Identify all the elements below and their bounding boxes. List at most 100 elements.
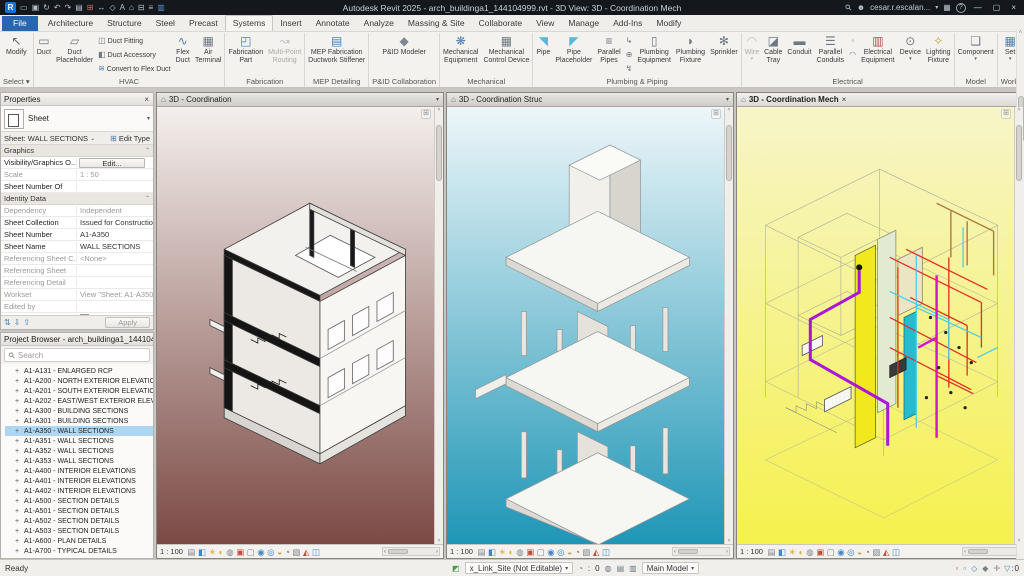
- sheet-tree-item[interactable]: + A1-A301 - BUILDING SECTIONS: [5, 416, 153, 426]
- expand-icon[interactable]: +: [15, 438, 21, 445]
- ribbon-tab[interactable]: Steel: [149, 16, 182, 31]
- redo-icon[interactable]: ↷: [65, 3, 72, 13]
- analytical-model-icon[interactable]: ◭: [593, 547, 600, 557]
- sun-path-icon[interactable]: ☀: [499, 547, 507, 557]
- sheet-tree-item[interactable]: + A1-A502 - SECTION DETAILS: [5, 516, 153, 526]
- measure-icon[interactable]: ⊞: [87, 3, 94, 13]
- worksharing-status-icon[interactable]: ◍: [605, 564, 612, 573]
- ribbon-tab[interactable]: Precast: [182, 16, 225, 31]
- view-scale[interactable]: 1 : 100: [740, 547, 763, 556]
- view-scale[interactable]: 1 : 100: [450, 547, 473, 556]
- search-icon[interactable]: ⚲: [843, 2, 854, 13]
- show-crop-icon[interactable]: ▢: [827, 547, 835, 557]
- expand-icon[interactable]: +: [15, 368, 21, 375]
- ribbon-button[interactable]: ∿ Flex Duct ▾: [174, 34, 192, 76]
- ribbon-button[interactable]: ◧ Duct Accessory ▾: [96, 50, 173, 60]
- sheet-tree-item[interactable]: + A1-A352 - WALL SECTIONS: [5, 446, 153, 456]
- ribbon-tab[interactable]: Add-Ins: [606, 16, 649, 31]
- sheet-tree-item[interactable]: + A1-A402 - INTERIOR ELEVATIONS: [5, 486, 153, 496]
- property-section-header[interactable]: Identity Data ⌃: [1, 193, 153, 205]
- ribbon-button[interactable]: ▭ Duct ▾: [35, 34, 53, 76]
- ribbon-button[interactable]: ▥ Electrical Equipment ▾: [859, 34, 896, 76]
- temporary-view-properties-icon[interactable]: ▧: [582, 547, 590, 557]
- detail-level-icon[interactable]: ▤: [477, 547, 485, 557]
- reveal-hidden-icon[interactable]: ◒: [857, 547, 862, 557]
- workset-selector[interactable]: x_Link_Site (Not Editable) ▾: [464, 562, 574, 574]
- navigation-bar-icon[interactable]: ⊞: [1001, 109, 1011, 119]
- design-options-icon[interactable]: ▤: [617, 564, 625, 573]
- collapse-icon[interactable]: ⌃: [145, 195, 150, 202]
- worksharing-display-icon[interactable]: ◔: [285, 547, 290, 557]
- close-button[interactable]: ×: [1008, 3, 1019, 12]
- expand-icon[interactable]: +: [15, 488, 21, 495]
- sheet-tree-item[interactable]: + A1-A350 - WALL SECTIONS: [5, 426, 153, 436]
- shadows-icon[interactable]: ◐: [799, 547, 804, 557]
- help-icon[interactable]: ?: [955, 2, 966, 13]
- apply-button[interactable]: Apply: [105, 317, 150, 328]
- ribbon-button[interactable]: ↖ Modify ▾: [1, 34, 32, 76]
- reveal-constraints-icon[interactable]: ◫: [602, 547, 610, 557]
- chevron-down-icon[interactable]: ⌄: [90, 135, 95, 142]
- expand-icon[interactable]: +: [15, 508, 21, 515]
- chevron-down-icon[interactable]: ▾: [935, 3, 938, 13]
- ribbon-button[interactable]: ▱ Duct Placeholder ▾: [54, 34, 95, 76]
- lock-view-icon[interactable]: ◉: [837, 547, 844, 557]
- home-icon[interactable]: ⌂: [451, 95, 456, 104]
- view-titlebar[interactable]: ⌂ 3D - Coordination × ▾: [157, 93, 443, 107]
- print-icon[interactable]: ▤: [75, 3, 83, 13]
- worksharing-display-icon[interactable]: ◔: [575, 547, 580, 557]
- expand-icon[interactable]: +: [15, 528, 21, 535]
- ribbon-tab[interactable]: Manage: [561, 16, 606, 31]
- visual-style-icon[interactable]: ◧: [488, 547, 496, 557]
- chevron-down-icon[interactable]: ▾: [147, 115, 150, 122]
- select-by-face-icon[interactable]: ◆: [982, 564, 988, 573]
- ribbon-button[interactable]: ▬ Conduit ▾: [785, 34, 813, 76]
- ribbon-button[interactable]: ⊕ ▾: [624, 50, 635, 60]
- close-icon[interactable]: ×: [143, 95, 150, 104]
- expand-icon[interactable]: +: [15, 408, 21, 415]
- ribbon-button[interactable]: ◥ Pipe ▾: [534, 34, 552, 76]
- ribbon-tab[interactable]: File: [2, 16, 38, 31]
- sheet-tree-item[interactable]: + A1-A300 - BUILDING SECTIONS: [5, 406, 153, 416]
- sun-path-icon[interactable]: ☀: [209, 547, 217, 557]
- worksharing-display-icon[interactable]: ◔: [865, 547, 870, 557]
- analytical-model-icon[interactable]: ◭: [883, 547, 890, 557]
- temporary-view-properties-icon[interactable]: ▧: [292, 547, 300, 557]
- sheet-tree-item[interactable]: + A1-A600 - PLAN DETAILS: [5, 536, 153, 546]
- sheet-tree-item[interactable]: + A1-A500 - SECTION DETAILS: [5, 496, 153, 506]
- reveal-hidden-icon[interactable]: ◒: [567, 547, 572, 557]
- horizontal-scrollbar[interactable]: ‹›: [382, 547, 440, 556]
- view-titlebar[interactable]: ⌂ 3D - Coordination Struc × ▾: [447, 93, 733, 107]
- crop-view-icon[interactable]: ▣: [526, 547, 534, 557]
- ui-toggle-icon[interactable]: ▥: [157, 3, 165, 13]
- rendering-dialog-icon[interactable]: ◍: [516, 547, 523, 557]
- reveal-constraints-icon[interactable]: ◫: [892, 547, 900, 557]
- visual-style-icon[interactable]: ◧: [198, 547, 206, 557]
- active-design-option-icon[interactable]: ▥: [629, 564, 637, 573]
- tag-icon[interactable]: ◇: [110, 3, 116, 13]
- type-selector[interactable]: Sheet ▾: [1, 106, 153, 132]
- undo-icon[interactable]: ↶: [54, 3, 61, 13]
- temporary-view-properties-icon[interactable]: ▧: [872, 547, 880, 557]
- show-crop-icon[interactable]: ▢: [537, 547, 545, 557]
- sheet-tree-item[interactable]: + A1-A201 - SOUTH EXTERIOR ELEVATION: [5, 386, 153, 396]
- navigation-bar-icon[interactable]: ⊞: [711, 109, 721, 119]
- ribbon-button[interactable]: ↯ ▾: [624, 64, 635, 74]
- sun-path-icon[interactable]: ☀: [789, 547, 797, 557]
- rendering-dialog-icon[interactable]: ◍: [226, 547, 233, 557]
- drag-on-selection-icon[interactable]: ✛: [993, 564, 1000, 573]
- view-canvas[interactable]: [447, 107, 724, 544]
- restore-button[interactable]: ▢: [990, 3, 1004, 12]
- ribbon-button[interactable]: ◠ Wire ▾: [743, 34, 761, 76]
- crop-view-icon[interactable]: ▣: [236, 547, 244, 557]
- sheet-tree-item[interactable]: + A1-A353 - WALL SECTIONS: [5, 456, 153, 466]
- avatar-icon[interactable]: ☻: [857, 3, 865, 13]
- ribbon-tab[interactable]: Annotate: [309, 16, 357, 31]
- expand-icon[interactable]: +: [15, 478, 21, 485]
- expand-icon[interactable]: +: [15, 428, 21, 435]
- sheet-tree-item[interactable]: + A1-A700 - TYPICAL DETAILS: [5, 546, 153, 556]
- ribbon-button[interactable]: ↳ ▾: [624, 36, 635, 46]
- reveal-constraints-icon[interactable]: ◫: [312, 547, 320, 557]
- ribbon-tab[interactable]: Modify: [649, 16, 688, 31]
- vertical-scrollbar[interactable]: ˄ ˅: [724, 107, 733, 544]
